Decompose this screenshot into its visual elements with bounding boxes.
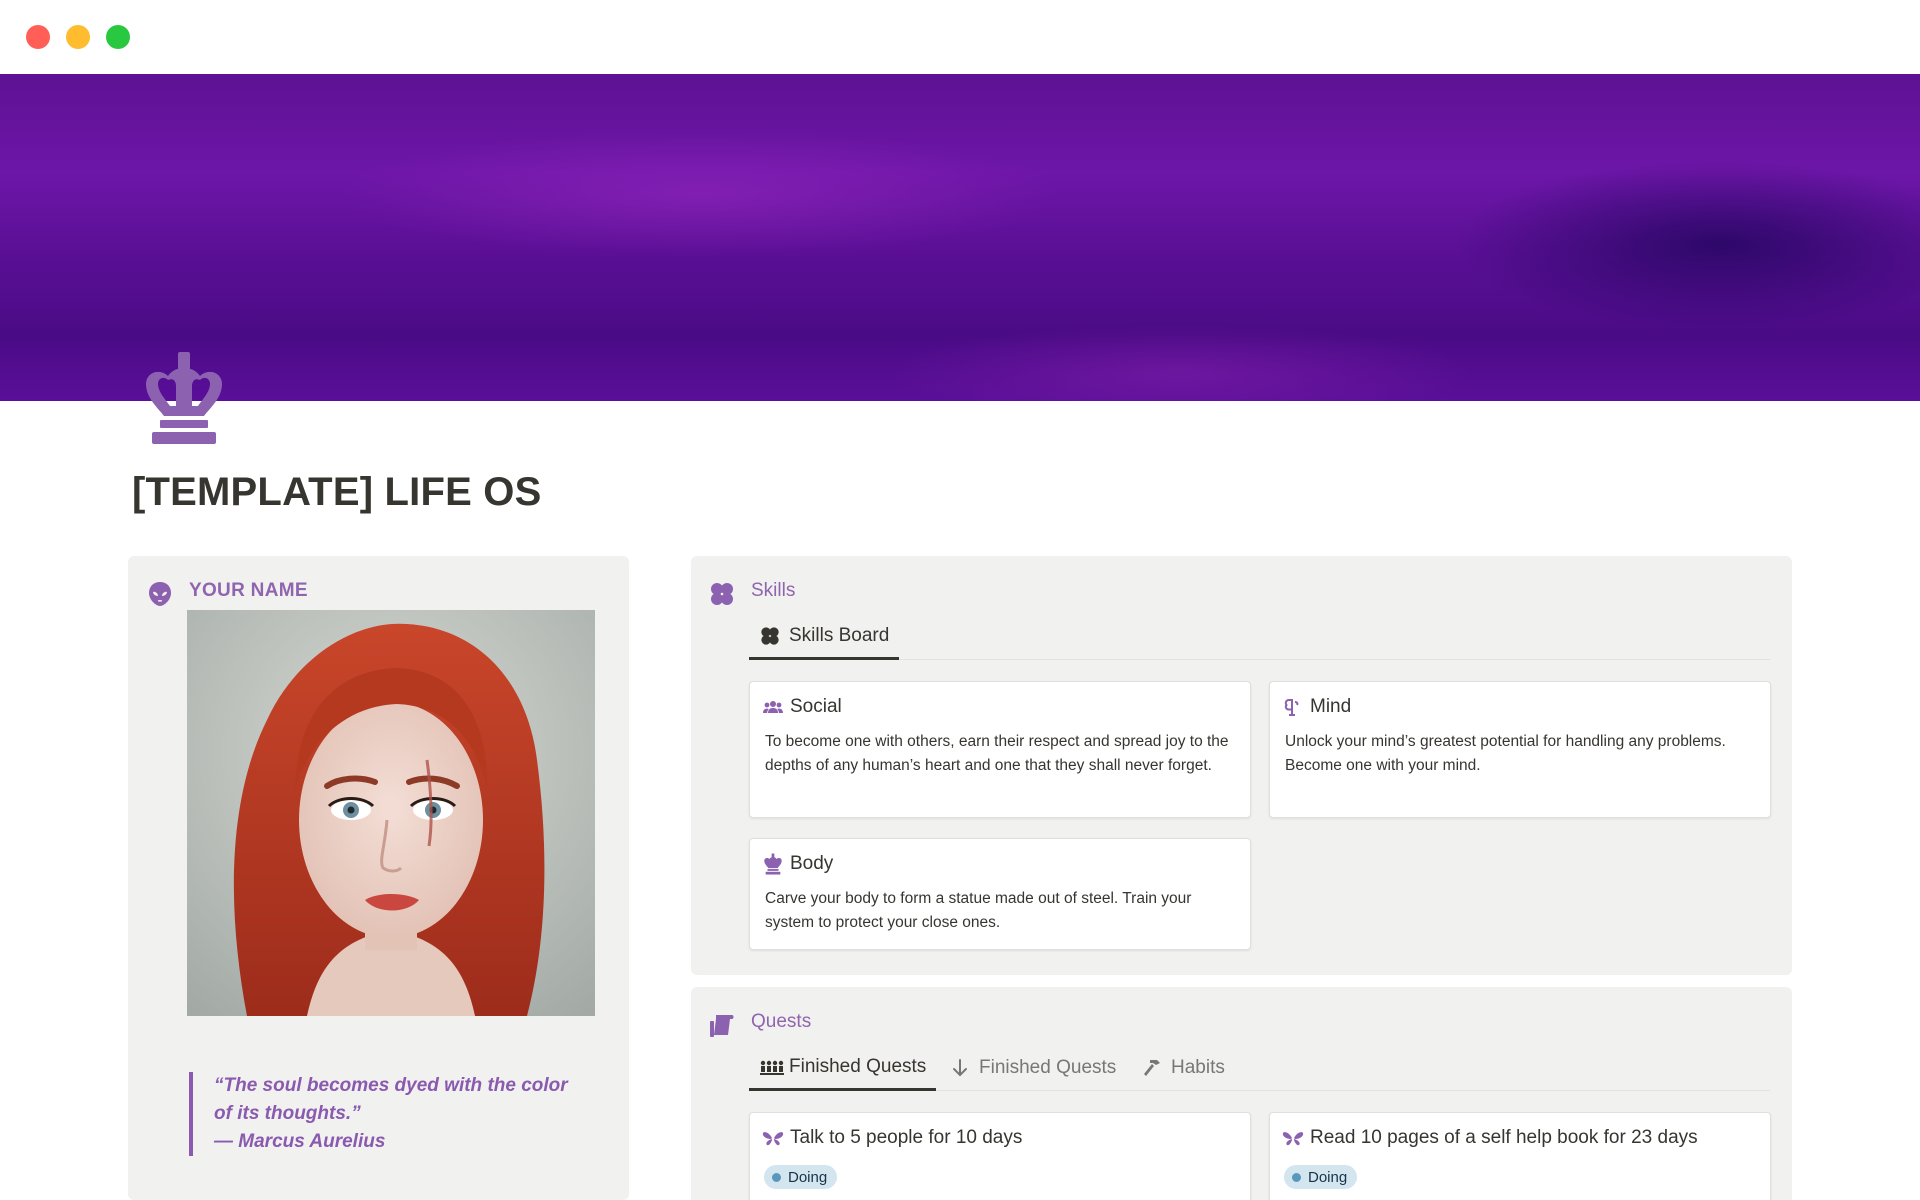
skills-title: Skills	[751, 580, 796, 601]
status-badge: Doing	[764, 1165, 838, 1189]
window-titlebar	[0, 0, 1920, 74]
arrow-down-icon	[949, 1057, 971, 1079]
card-description: Carve your body to form a statue made ou…	[765, 890, 1192, 931]
card-title: Social	[790, 696, 842, 717]
tab-label: Habits	[1171, 1057, 1225, 1078]
card-title: Read 10 pages of a self help book for 23…	[1310, 1127, 1698, 1148]
quest-card[interactable]: Read 10 pages of a self help book for 23…	[1269, 1112, 1771, 1200]
tab-finished-quests-2[interactable]: Finished Quests	[949, 1045, 1116, 1091]
brain-icon	[1282, 696, 1304, 718]
clover-icon[interactable]	[708, 580, 736, 608]
card-description: To become one with others, earn their re…	[765, 733, 1229, 774]
crown-icon[interactable]	[136, 350, 232, 446]
card-title: Mind	[1310, 696, 1352, 717]
card-title: Talk to 5 people for 10 days	[790, 1127, 1023, 1148]
tab-skills-board[interactable]: Skills Board	[749, 614, 900, 660]
quote-line-1: “The soul becomes dyed with the color	[214, 1075, 568, 1096]
hammer-icon	[1141, 1057, 1163, 1079]
tab-finished-quests[interactable]: Finished Quests	[749, 1045, 937, 1091]
profile-quote: “The soul becomes dyed with the color of…	[189, 1072, 579, 1156]
alien-icon[interactable]	[146, 580, 174, 608]
close-window-button[interactable]	[26, 25, 50, 49]
profile-callout: YOUR NAME “The soul becomes dyed with th…	[128, 556, 629, 1200]
quote-author: — Marcus Aurelius	[214, 1131, 386, 1152]
card-title: Body	[790, 853, 834, 874]
status-badge: Doing	[1284, 1165, 1358, 1189]
skill-card-social[interactable]: Social To become one with others, earn t…	[749, 681, 1251, 818]
butterfly-icon	[762, 1127, 784, 1149]
profile-title: YOUR NAME	[189, 580, 308, 601]
scroll-icon[interactable]	[708, 1011, 736, 1039]
clover-icon	[759, 625, 781, 647]
skills-callout: Skills Skills Board Social To become one…	[691, 556, 1792, 975]
card-description: Unlock your mind’s greatest potential fo…	[1285, 733, 1726, 774]
tab-label: Skills Board	[789, 624, 890, 646]
butterfly-icon	[1282, 1127, 1304, 1149]
tab-label: Finished Quests	[789, 1055, 927, 1077]
quests-tabs: Finished Quests Finished Quests Habits	[749, 1045, 1770, 1091]
quests-title: Quests	[751, 1011, 812, 1032]
maximize-window-button[interactable]	[106, 25, 130, 49]
quote-line-2: of its thoughts.”	[214, 1103, 361, 1124]
status-label: Doing	[788, 1168, 828, 1186]
skills-tabs: Skills Board	[749, 614, 1770, 660]
tab-label: Finished Quests	[979, 1057, 1117, 1078]
crown-icon	[762, 853, 784, 875]
tab-habits[interactable]: Habits	[1141, 1045, 1225, 1091]
people-icon	[762, 696, 784, 718]
skill-card-body[interactable]: Body Carve your body to form a statue ma…	[749, 838, 1251, 950]
skill-card-mind[interactable]: Mind Unlock your mind’s greatest potenti…	[1269, 681, 1771, 818]
page-title[interactable]: [TEMPLATE] LIFE OS	[132, 470, 542, 515]
group-icon	[759, 1056, 784, 1078]
page-cover	[0, 74, 1920, 401]
minimize-window-button[interactable]	[66, 25, 90, 49]
status-label: Doing	[1308, 1168, 1348, 1186]
quests-callout: Quests Finished Quests Finished Quests H…	[691, 987, 1792, 1200]
quest-card[interactable]: Talk to 5 people for 10 days Doing	[749, 1112, 1251, 1200]
profile-portrait	[187, 610, 595, 1016]
